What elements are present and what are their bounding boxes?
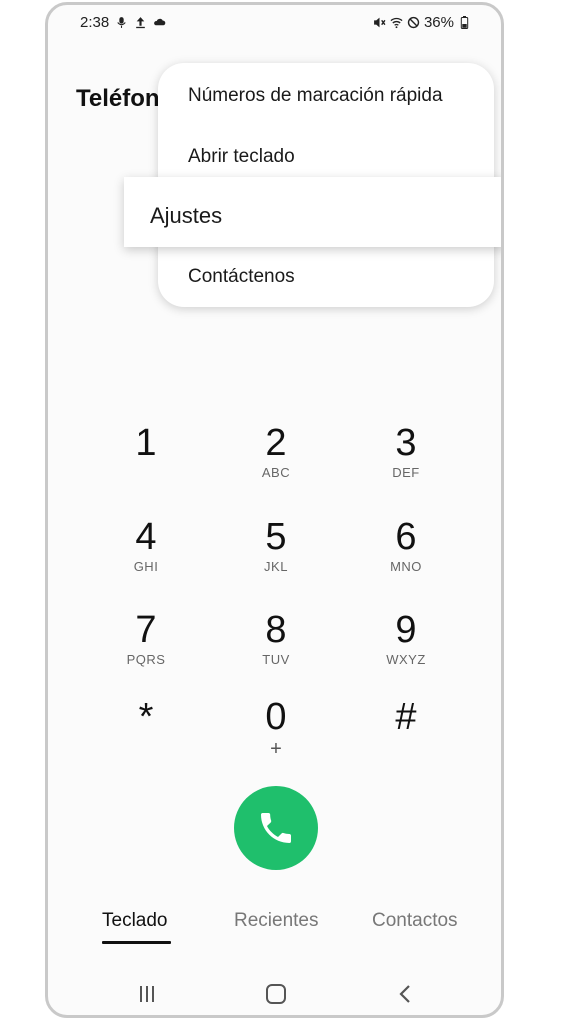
phone-screen: 2:38 36% Teléfono Números de marcación r… [45,2,504,1018]
upload-icon [134,16,147,29]
key-letters: JKL [264,559,288,574]
status-time: 2:38 [80,14,110,31]
key-star[interactable]: * [86,695,206,775]
key-2[interactable]: 2 ABC [216,421,336,501]
key-digit: 0 [265,696,287,738]
key-letters: DEF [392,465,420,480]
key-digit: 8 [265,609,287,651]
key-digit: # [395,696,417,738]
key-letters: MNO [390,559,422,574]
status-left: 2:38 [80,14,166,31]
back-icon[interactable] [390,981,420,1007]
key-8[interactable]: 8 TUV [216,608,336,688]
phone-icon [261,813,291,843]
key-letters: PQRS [126,652,166,667]
key-digit: 9 [395,609,417,651]
key-digit: 3 [395,422,417,464]
wifi-icon [390,16,403,29]
tab-recents[interactable]: Recientes [234,910,319,932]
recent-apps-icon[interactable] [132,981,162,1007]
key-3[interactable]: 3 DEF [346,421,466,501]
battery-icon [458,16,471,29]
battery-percent: 36% [423,14,454,31]
key-digit: 4 [135,516,157,558]
key-digit: * [138,696,154,738]
key-letters: WXYZ [386,652,426,667]
key-plus: + [270,738,282,760]
key-digit: 7 [135,609,157,651]
key-5[interactable]: 5 JKL [216,515,336,595]
key-1[interactable]: 1 [86,421,206,501]
key-0[interactable]: 0 + [216,695,336,775]
key-4[interactable]: 4 GHI [86,515,206,595]
menu-item-settings-label: Ajustes [150,203,223,228]
status-right: 36% [373,14,471,31]
home-icon[interactable] [261,981,291,1007]
mute-icon [373,16,386,29]
menu-item-contact-us[interactable]: Contáctenos [188,266,295,288]
key-digit: 5 [265,516,287,558]
menu-item-open-keypad[interactable]: Abrir teclado [188,146,295,168]
cloud-icon [153,16,166,29]
tab-keypad[interactable]: Teclado [102,910,168,932]
key-letters: GHI [133,559,159,574]
status-bar: 2:38 36% [48,5,501,41]
key-6[interactable]: 6 MNO [346,515,466,595]
active-tab-indicator [102,941,171,944]
menu-item-speed-dial[interactable]: Números de marcación rápida [188,85,443,107]
bottom-tabs: Teclado Recientes Contactos [48,910,501,950]
microphone-icon [115,16,128,29]
key-digit: 6 [395,516,417,558]
menu-item-settings[interactable]: Ajustes [124,177,501,247]
key-7[interactable]: 7 PQRS [86,608,206,688]
key-letters: ABC [261,465,291,480]
do-not-disturb-icon [407,16,420,29]
key-digit: 2 [265,422,287,464]
tab-contacts[interactable]: Contactos [372,910,458,932]
key-9[interactable]: 9 WXYZ [346,608,466,688]
key-hash[interactable]: # [346,695,466,775]
call-button[interactable] [234,786,318,870]
navigation-bar [48,977,501,1015]
key-letters: TUV [262,652,290,667]
key-digit: 1 [135,422,157,464]
